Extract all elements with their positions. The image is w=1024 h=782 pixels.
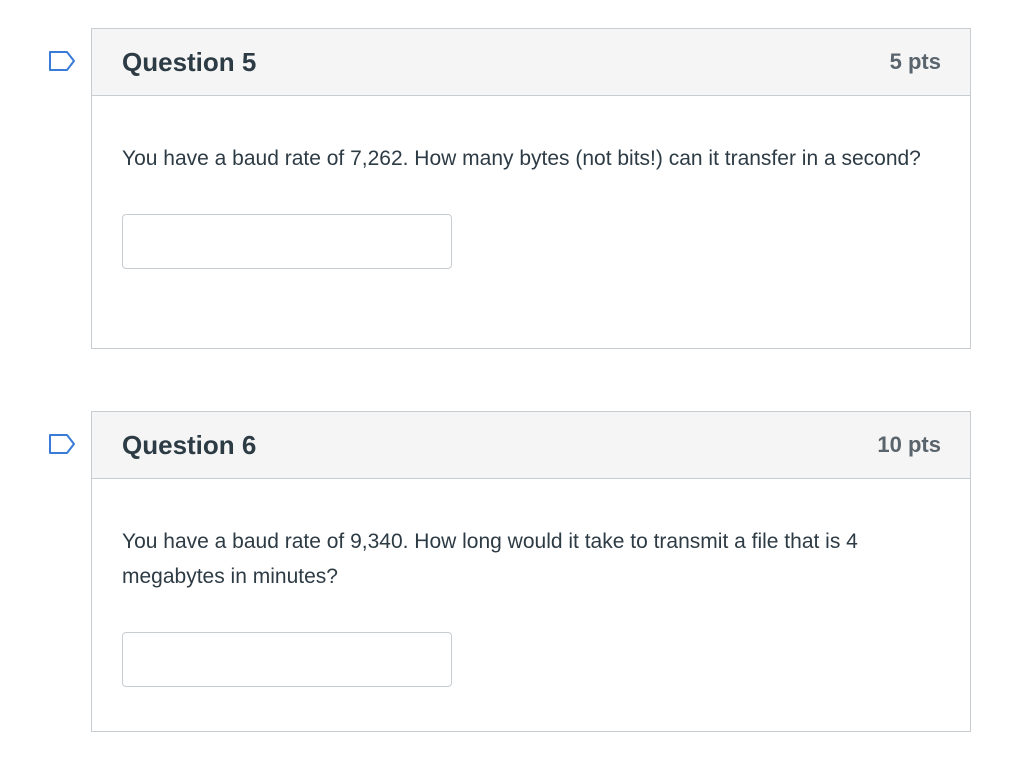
question-text: You have a baud rate of 9,340. How long … — [122, 530, 858, 588]
flag-question-icon[interactable] — [48, 50, 76, 72]
answer-input[interactable] — [122, 632, 452, 687]
question-body: You have a baud rate of 9,340. How long … — [92, 479, 970, 687]
question-title: Question 5 — [122, 46, 257, 77]
question-header: Question 5 5 pts — [92, 29, 970, 96]
answer-input[interactable] — [122, 214, 452, 269]
question-text: You have a baud rate of 7,262. How many … — [122, 147, 921, 170]
question-header: Question 6 10 pts — [92, 412, 970, 479]
question-card: Question 5 5 pts You have a baud rate of… — [91, 28, 971, 349]
flag-question-icon[interactable] — [48, 433, 76, 455]
question-points: 10 pts — [877, 432, 941, 457]
quiz-page: Question 5 5 pts You have a baud rate of… — [0, 0, 1024, 782]
question-card: Question 6 10 pts You have a baud rate o… — [91, 411, 971, 732]
question-title: Question 6 — [122, 429, 257, 460]
question-body: You have a baud rate of 7,262. How many … — [92, 96, 970, 269]
question-points: 5 pts — [889, 49, 941, 74]
